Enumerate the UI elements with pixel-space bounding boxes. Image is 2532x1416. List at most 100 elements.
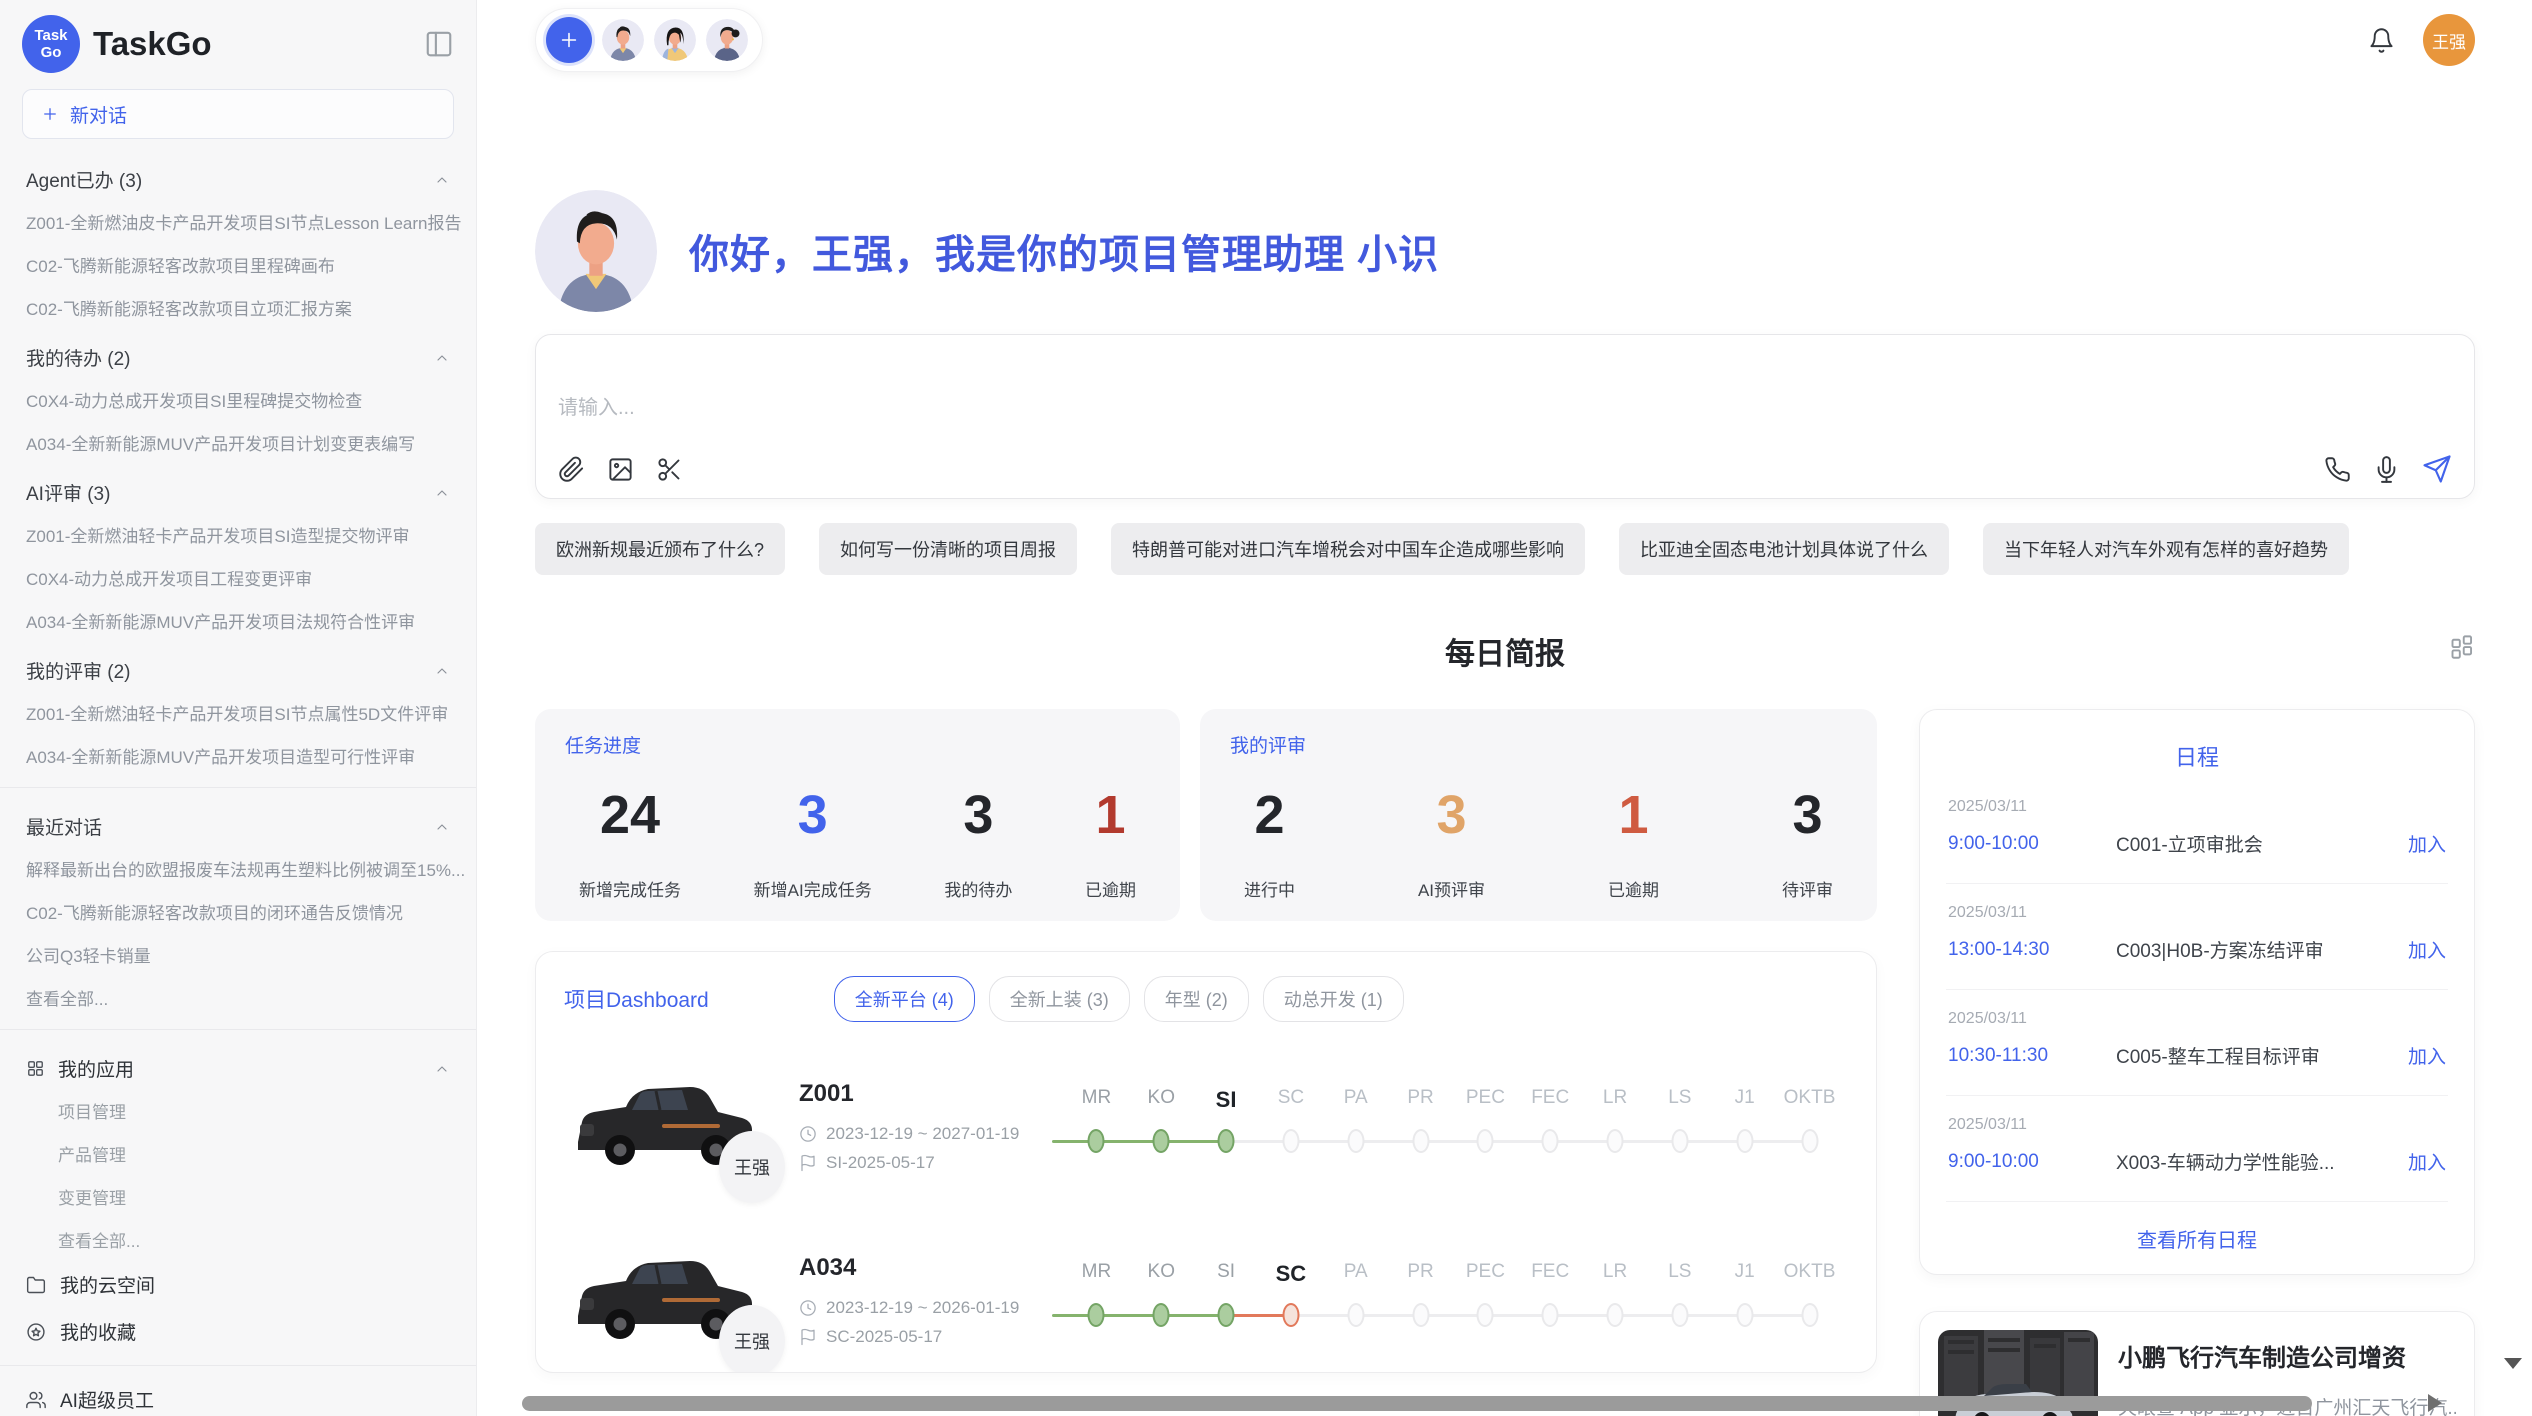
star-circle-icon (26, 1322, 46, 1342)
suggestion-chip[interactable]: 如何写一份清晰的项目周报 (819, 523, 1077, 575)
layout-grid-icon[interactable] (2448, 633, 2475, 660)
chevron-up-icon (434, 819, 450, 835)
view-all-schedule-link[interactable]: 查看所有日程 (1946, 1224, 2448, 1253)
milestone-line (1096, 1314, 1161, 1317)
schedule-title: 日程 (1946, 740, 2448, 772)
user-avatar[interactable]: 王强 (2423, 14, 2475, 66)
sidebar-item[interactable]: C0X4-动力总成开发项目工程变更评审 (0, 556, 476, 599)
sidebar-section-header[interactable]: 我的评审 (2) (0, 642, 476, 691)
sidebar-section-header[interactable]: Agent已办 (3) (0, 151, 476, 200)
suggestion-chip[interactable]: 当下年轻人对汽车外观有怎样的喜好趋势 (1983, 523, 2349, 575)
project-owner-badge: 王强 (719, 1131, 785, 1203)
milestone-label: PA (1344, 1261, 1368, 1282)
dashboard-filter-chip[interactable]: 动总开发 (1) (1263, 976, 1404, 1022)
stat-label: 我的待办 (944, 876, 1012, 901)
milestone-label: MR (1082, 1261, 1112, 1282)
app-item[interactable]: 产品管理 (0, 1132, 476, 1175)
scroll-down-caret-icon[interactable] (2504, 1358, 2522, 1369)
stat-label: 已逾期 (1085, 876, 1136, 901)
stat-value: 3 (1418, 784, 1485, 846)
sidebar-item[interactable]: C0X4-动力总成开发项目SI里程碑提交物检查 (0, 378, 476, 421)
milestone-line (1356, 1314, 1421, 1317)
mic-icon[interactable] (2373, 456, 2400, 483)
divider (0, 787, 476, 788)
milestone-dot-FEC (1542, 1303, 1559, 1327)
app-item[interactable]: 项目管理 (0, 1089, 476, 1132)
suggestion-chip[interactable]: 比亚迪全固态电池计划具体说了什么 (1619, 523, 1949, 575)
scissors-icon[interactable] (656, 456, 683, 483)
milestone-dot-SC (1282, 1303, 1299, 1327)
join-meeting-link[interactable]: 加入 (2408, 936, 2446, 963)
add-agent-button[interactable] (546, 17, 592, 63)
image-icon[interactable] (607, 456, 634, 483)
chat-input[interactable] (558, 351, 2452, 454)
app-item[interactable]: 查看全部... (0, 1218, 476, 1261)
my-apps-header[interactable]: 我的应用 (0, 1040, 476, 1089)
horizontal-scrollbar[interactable] (522, 1396, 2312, 1411)
agent-avatar-3[interactable] (706, 19, 748, 61)
milestone-label: FEC (1531, 1261, 1569, 1282)
sidebar-link-folder[interactable]: 我的云空间 (0, 1261, 476, 1308)
section-title: 我的应用 (58, 1055, 134, 1082)
project-row-Z001[interactable]: 王强 Z001 2023-12-19 ~ 2027-01-19 SI-2025-… (564, 1056, 1848, 1196)
suggestion-chip[interactable]: 特朗普可能对进口汽车增税会对中国车企造成哪些影响 (1111, 523, 1585, 575)
join-meeting-link[interactable]: 加入 (2408, 830, 2446, 857)
phone-icon[interactable] (2324, 456, 2351, 483)
stat: 3 待评审 (1782, 758, 1833, 901)
sidebar-item[interactable]: C02-飞腾新能源轻客改款项目里程碑画布 (0, 243, 476, 286)
notification-bell-icon[interactable] (2368, 27, 2395, 54)
project-flag: SC-2025-05-17 (826, 1327, 942, 1347)
milestone-dot-J1 (1736, 1129, 1753, 1153)
new-chat-button[interactable]: 新对话 (22, 89, 454, 139)
view-all-chats-link[interactable]: 查看全部... (0, 976, 476, 1019)
sidebar-section-header[interactable]: AI评审 (3) (0, 464, 476, 513)
milestone-dot-PR (1412, 1303, 1429, 1327)
stat-card: 我的评审 2 进行中 3 AI预评审 1 已逾期 3 待评审 (1200, 709, 1877, 921)
dashboard-filter-chip[interactable]: 年型 (2) (1144, 976, 1249, 1022)
sidebar-item[interactable]: Z001-全新燃油轻卡产品开发项目SI节点属性5D文件评审 (0, 691, 476, 734)
sidebar-link-star-circle[interactable]: 我的收藏 (0, 1308, 476, 1355)
project-row-A034[interactable]: 王强 A034 2023-12-19 ~ 2026-01-19 SC-2025-… (564, 1230, 1848, 1370)
agent-avatar-2[interactable] (654, 19, 696, 61)
agent-avatar-1[interactable] (602, 19, 644, 61)
schedule-date: 2025/03/11 (1948, 798, 2446, 816)
milestone-label: KO (1148, 1087, 1175, 1108)
milestone-label: OKTB (1784, 1087, 1836, 1108)
scroll-right-arrow-icon[interactable] (2428, 1394, 2442, 1412)
milestone-dot-PR (1412, 1129, 1429, 1153)
milestone-line (1421, 1140, 1486, 1143)
sidebar-section-header[interactable]: 我的待办 (2) (0, 329, 476, 378)
stat: 3 新增AI完成任务 (754, 758, 872, 901)
stat-value: 2 (1244, 784, 1295, 846)
daily-brief-title: 每日简报 (535, 629, 2475, 673)
project-info: A034 2023-12-19 ~ 2026-01-19 SC-2025-05-… (799, 1254, 1064, 1347)
recent-chat-item[interactable]: 公司Q3轻卡销量 (0, 933, 476, 976)
flag-icon (799, 1328, 817, 1346)
people-icon (26, 1390, 46, 1410)
recent-chats-header[interactable]: 最近对话 (0, 798, 476, 847)
sidebar-item[interactable]: Z001-全新燃油轻卡产品开发项目SI造型提交物评审 (0, 513, 476, 556)
sidebar-tool-people[interactable]: AI超级员工 (0, 1376, 476, 1416)
sidebar-item[interactable]: A034-全新新能源MUV产品开发项目造型可行性评审 (0, 734, 476, 777)
dashboard-filter-chip[interactable]: 全新上装 (3) (989, 976, 1130, 1022)
send-icon[interactable] (2422, 454, 2452, 484)
sidebar-collapse-icon[interactable] (424, 29, 454, 59)
dashboard-filter-chip[interactable]: 全新平台 (4) (834, 976, 975, 1022)
sidebar-item[interactable]: Z001-全新燃油皮卡产品开发项目SI节点Lesson Learn报告 (0, 200, 476, 243)
suggestion-chip[interactable]: 欧洲新规最近颁布了什么? (535, 523, 785, 575)
attachment-icon[interactable] (558, 456, 585, 483)
dashboard-header: 项目Dashboard 全新平台 (4)全新上装 (3)年型 (2)动总开发 (… (564, 976, 1848, 1022)
recent-chat-item[interactable]: 解释最新出台的欧盟报废车法规再生塑料比例被调至15%... (0, 847, 476, 890)
sidebar-item[interactable]: A034-全新新能源MUV产品开发项目计划变更表编写 (0, 421, 476, 464)
recent-chat-item[interactable]: C02-飞腾新能源轻客改款项目的闭环通告反馈情况 (0, 890, 476, 933)
schedule-item: 2025/03/11 9:00-10:00 C001-立项审批会 加入 (1946, 778, 2448, 884)
logo-line2: Go (41, 44, 62, 61)
app-item[interactable]: 变更管理 (0, 1175, 476, 1218)
join-meeting-link[interactable]: 加入 (2408, 1148, 2446, 1175)
milestone-label: PR (1407, 1087, 1433, 1108)
sidebar-item[interactable]: A034-全新新能源MUV产品开发项目法规符合性评审 (0, 599, 476, 642)
milestone-track: MRKOSISCPAPRPECFECLRLSJ1OKTB (1064, 1261, 1848, 1339)
join-meeting-link[interactable]: 加入 (2408, 1042, 2446, 1069)
stat: 1 已逾期 (1085, 758, 1136, 901)
sidebar-item[interactable]: C02-飞腾新能源轻客改款项目立项汇报方案 (0, 286, 476, 329)
